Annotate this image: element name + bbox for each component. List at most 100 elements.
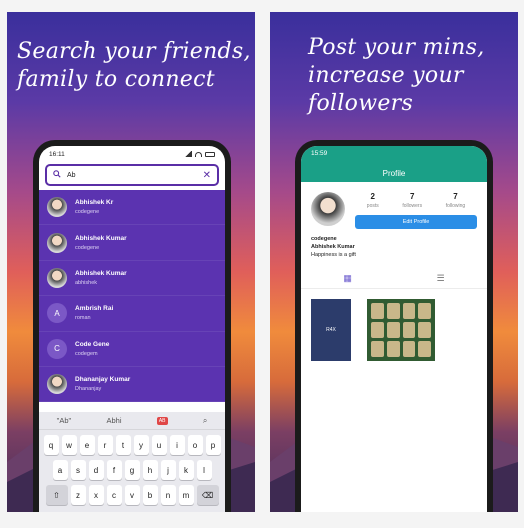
- result-name: Code Gene: [75, 340, 110, 348]
- key[interactable]: o: [187, 435, 203, 455]
- headline-line: family to connect: [17, 67, 215, 92]
- suggestion[interactable]: AB: [156, 416, 168, 425]
- search-icon: [53, 170, 61, 180]
- result-name: Dhananjay Kumar: [75, 376, 131, 384]
- key[interactable]: d: [88, 460, 104, 480]
- avatar: C: [47, 338, 67, 359]
- key[interactable]: g: [124, 460, 140, 480]
- view-tabs: ▦ ☰: [301, 273, 487, 289]
- key[interactable]: t: [115, 435, 131, 455]
- search-icon[interactable]: ⌕: [203, 416, 207, 426]
- list-item[interactable]: Dhananjay Kumar Dhananjay: [39, 367, 225, 403]
- post-thumbnail[interactable]: R4X: [311, 299, 351, 361]
- headline-line: followers: [308, 91, 414, 116]
- key[interactable]: x: [88, 485, 104, 505]
- username: codegene: [311, 236, 337, 242]
- result-name: Abhishek Kumar: [75, 234, 127, 242]
- post-thumbnail[interactable]: [367, 299, 435, 361]
- result-name: Abhishek Kumar: [75, 269, 127, 277]
- grid-view-icon[interactable]: ▦: [343, 273, 352, 288]
- stat-following[interactable]: 7 following: [446, 192, 465, 209]
- key[interactable]: y: [133, 435, 149, 455]
- key[interactable]: u: [151, 435, 167, 455]
- status-time: 16:11: [49, 150, 65, 158]
- status-time: 15:59: [311, 150, 328, 157]
- key[interactable]: a: [52, 460, 68, 480]
- result-username: codegene: [75, 244, 100, 251]
- search-value: Ab: [67, 171, 76, 179]
- result-username: abhishek: [75, 279, 98, 286]
- key[interactable]: h: [142, 460, 158, 480]
- key[interactable]: k: [178, 460, 194, 480]
- headline-search: Search your friends, family to connect: [17, 38, 251, 94]
- search-results: Abhishek Kr codegene Abhishek Kumar codegen…: [39, 190, 225, 403]
- key[interactable]: b: [142, 485, 158, 505]
- headline-line: Search your friends,: [17, 39, 251, 64]
- profile-row: 2 posts 7 followers 7 following Edit Profil…: [301, 182, 487, 229]
- key[interactable]: j: [160, 460, 176, 480]
- key[interactable]: n: [160, 485, 176, 505]
- stat-value: 7: [410, 192, 415, 201]
- headline-profile: Post your mins, increase your followers: [308, 34, 484, 118]
- result-name: Abhishek Kr: [75, 199, 114, 207]
- key[interactable]: w: [61, 435, 77, 455]
- search-input[interactable]: Ab ✕: [45, 164, 219, 186]
- list-item[interactable]: A Ambrish Rai roman: [39, 296, 225, 332]
- result-username: codegem: [75, 350, 98, 357]
- key[interactable]: q: [43, 435, 59, 455]
- promo-panel-profile: Post your mins, increase your followers …: [270, 12, 518, 512]
- full-name: Abhishek Kumar: [311, 244, 355, 250]
- result-name: Ambrish Rai: [75, 305, 114, 313]
- key[interactable]: i: [169, 435, 185, 455]
- key[interactable]: c: [106, 485, 122, 505]
- list-item[interactable]: C Code Gene codegem: [39, 332, 225, 367]
- key[interactable]: p: [205, 435, 221, 455]
- stat-posts[interactable]: 2 posts: [367, 192, 379, 209]
- list-item[interactable]: Abhishek Kr codegene: [39, 190, 225, 226]
- result-username: Dhananjay: [75, 386, 102, 393]
- profile-stats: 2 posts 7 followers 7 following Edit Profil…: [355, 192, 477, 229]
- avatar[interactable]: [311, 192, 345, 226]
- key[interactable]: ⌫: [196, 485, 219, 505]
- page-title: Profile: [382, 169, 406, 178]
- headline-line: increase your: [308, 63, 464, 88]
- promo-panel-search: Search your friends, family to connect 1…: [7, 12, 255, 512]
- keyboard-row: qwertyuiop: [39, 435, 225, 455]
- avatar: [47, 267, 67, 288]
- avatar: [47, 374, 67, 395]
- keyboard-row: ⇧ z x c v b n m ⌫: [39, 485, 225, 505]
- suggestion[interactable]: Abhi: [106, 416, 121, 425]
- list-item[interactable]: Abhishek Kumar codegene: [39, 225, 225, 261]
- key[interactable]: v: [124, 485, 140, 505]
- stat-followers[interactable]: 7 followers: [402, 192, 422, 209]
- stat-value: 2: [370, 192, 375, 201]
- profile-header: 15:59 Profile: [301, 146, 487, 182]
- profile-bio: codegene Abhishek Kumar Happiness is a g…: [301, 229, 487, 259]
- list-view-icon[interactable]: ☰: [437, 273, 445, 288]
- edit-profile-button[interactable]: Edit Profile: [355, 215, 477, 229]
- key[interactable]: m: [178, 485, 194, 505]
- profile-screen: 15:59 Profile 2 posts 7 followers 7 followi…: [301, 146, 487, 512]
- signal-icon: [184, 151, 192, 157]
- stat-label: posts: [366, 203, 379, 209]
- avatar: [47, 232, 67, 253]
- key[interactable]: r: [97, 435, 113, 455]
- key[interactable]: s: [70, 460, 86, 480]
- list-item[interactable]: Abhishek Kumar abhishek: [39, 261, 225, 297]
- post-text: R4X: [326, 327, 336, 333]
- key[interactable]: z: [70, 485, 86, 505]
- headline-line: Post your mins,: [308, 35, 485, 60]
- key[interactable]: e: [79, 435, 95, 455]
- key-rows: q w e r t y u i o p a s d f g h j k l ⇧ z x c v b n m ⌫: [39, 435, 225, 505]
- close-icon[interactable]: ✕: [203, 170, 211, 181]
- posts-grid: R4X: [301, 289, 487, 361]
- keyboard-row: asdfghjkl: [39, 460, 225, 480]
- keyboard: "Ab" Abhi AB ⌕ q w e r t y u i o p a s d f g h j k l ⇧ z x c v b…: [39, 412, 225, 512]
- search-screen: 16:11 Ab ✕ Abhishek Kr codegene Abhishek K…: [39, 146, 225, 512]
- key[interactable]: ⇧: [45, 485, 68, 505]
- avatar: [47, 197, 67, 218]
- avatar: A: [47, 303, 67, 324]
- key[interactable]: f: [106, 460, 122, 480]
- key[interactable]: l: [196, 460, 212, 480]
- suggestion[interactable]: "Ab": [57, 416, 72, 425]
